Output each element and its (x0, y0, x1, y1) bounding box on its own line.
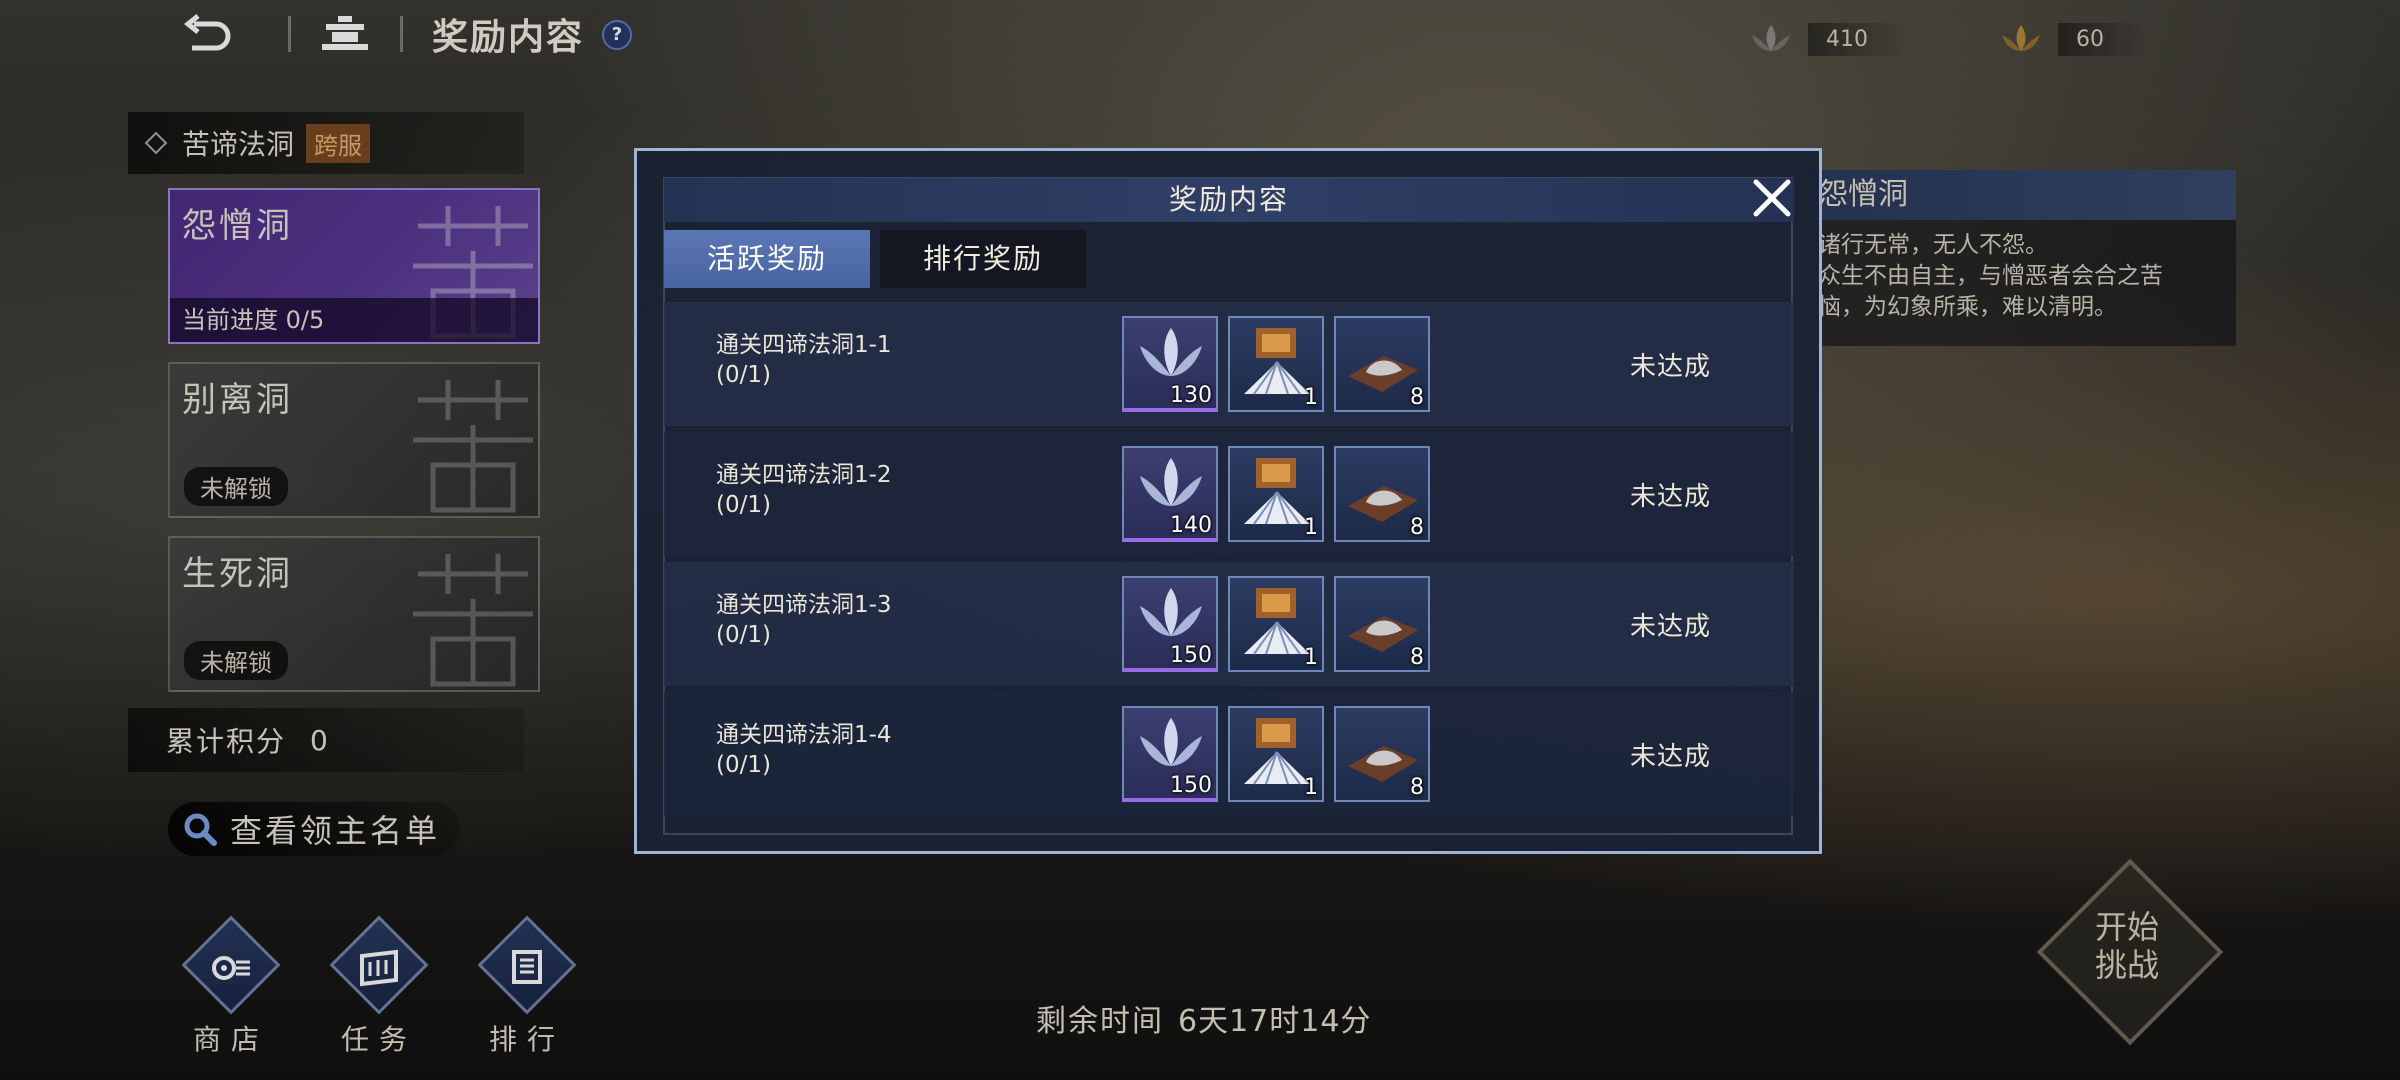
reward-status: 未达成 (1630, 352, 1712, 382)
reward-row: 通关四谛法洞1-2 (0/1) 140 1 8 未达成 (664, 432, 1794, 556)
reward-item[interactable]: 130 (1122, 316, 1218, 412)
condition-progress: (0/1) (716, 752, 771, 778)
reward-status: 未达成 (1630, 482, 1712, 512)
reward-item[interactable]: 140 (1122, 446, 1218, 542)
item-count: 150 (1170, 643, 1212, 668)
reward-status: 未达成 (1630, 612, 1712, 642)
condition-progress: (0/1) (716, 362, 771, 388)
item-count: 8 (1410, 775, 1424, 800)
modal-title: 奖励内容 (1168, 183, 1289, 216)
reward-item[interactable]: 8 (1334, 316, 1430, 412)
item-count: 8 (1410, 645, 1424, 670)
reward-condition: 通关四谛法洞1-4 (0/1) (716, 720, 892, 780)
lotus-icon (1140, 588, 1202, 636)
condition-progress: (0/1) (716, 622, 771, 648)
reward-item[interactable]: 8 (1334, 706, 1430, 802)
reward-condition: 通关四谛法洞1-2 (0/1) (716, 460, 892, 520)
item-count: 130 (1170, 383, 1212, 408)
item-count: 1 (1304, 775, 1318, 800)
item-count: 140 (1170, 513, 1212, 538)
reward-item[interactable]: 8 (1334, 576, 1430, 672)
tab-activity-rewards[interactable]: 活跃奖励 (664, 230, 870, 288)
item-count: 150 (1170, 773, 1212, 798)
reward-status: 未达成 (1630, 742, 1712, 772)
reward-item[interactable]: 150 (1122, 706, 1218, 802)
reward-item[interactable]: 1 (1228, 576, 1324, 672)
reward-item[interactable]: 1 (1228, 316, 1324, 412)
close-icon (1753, 179, 1791, 217)
lotus-icon (1140, 328, 1202, 376)
tab-ranking-rewards[interactable]: 排行奖励 (880, 230, 1086, 288)
close-button[interactable] (1752, 176, 1792, 220)
lotus-icon (1140, 718, 1202, 766)
reward-row: 通关四谛法洞1-1 (0/1) 130 1 8 未达成 (664, 302, 1794, 426)
item-count: 1 (1304, 515, 1318, 540)
reward-condition: 通关四谛法洞1-1 (0/1) (716, 330, 892, 390)
reward-row: 通关四谛法洞1-3 (0/1) 150 1 8 未达成 (664, 562, 1794, 686)
item-count: 8 (1410, 515, 1424, 540)
reward-condition: 通关四谛法洞1-3 (0/1) (716, 590, 892, 650)
reward-item[interactable]: 1 (1228, 446, 1324, 542)
condition-text: 通关四谛法洞1-3 (716, 592, 892, 618)
item-count: 8 (1410, 385, 1424, 410)
reward-item[interactable]: 150 (1122, 576, 1218, 672)
condition-text: 通关四谛法洞1-2 (716, 462, 892, 488)
item-count: 1 (1304, 645, 1318, 670)
lotus-icon (1140, 458, 1202, 506)
reward-item[interactable]: 8 (1334, 446, 1430, 542)
condition-text: 通关四谛法洞1-1 (716, 332, 892, 358)
item-count: 1 (1304, 385, 1318, 410)
condition-text: 通关四谛法洞1-4 (716, 722, 892, 748)
condition-progress: (0/1) (716, 492, 771, 518)
reward-item[interactable]: 1 (1228, 706, 1324, 802)
reward-row: 通关四谛法洞1-4 (0/1) 150 1 8 未达成 (664, 692, 1794, 816)
